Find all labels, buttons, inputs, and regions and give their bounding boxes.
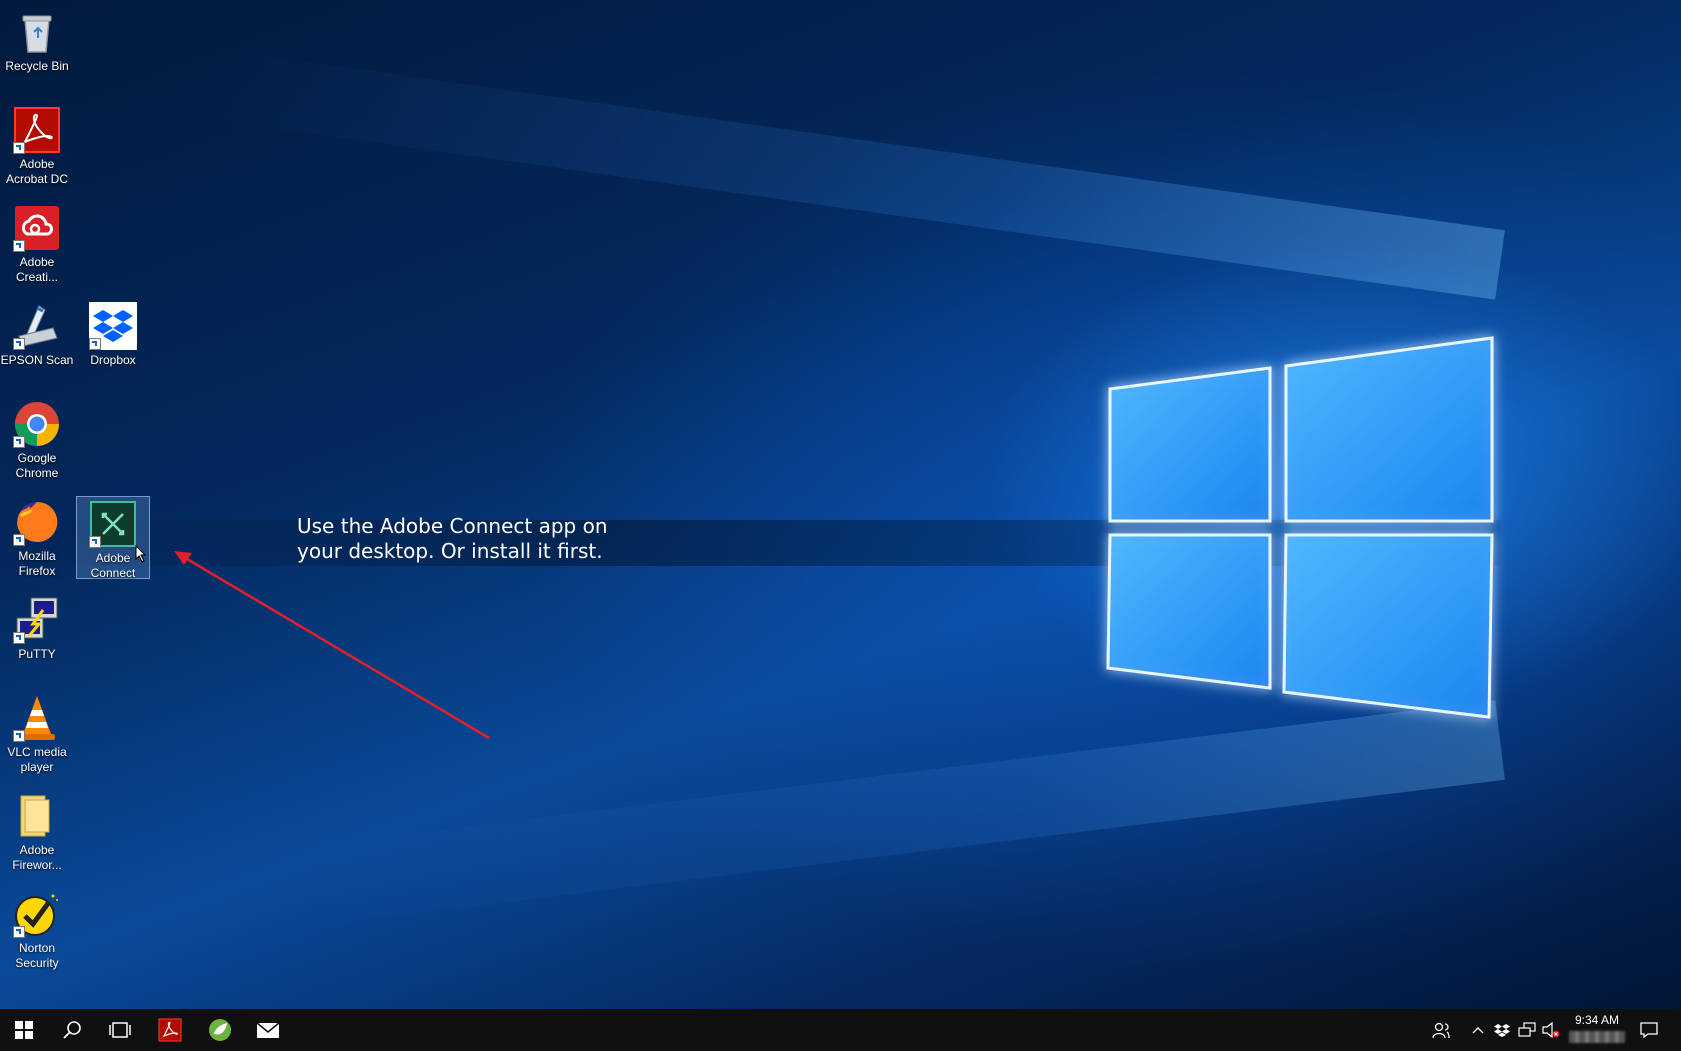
clock-time: 9:34 AM bbox=[1574, 1013, 1620, 1027]
desktop-icon-vlc[interactable]: VLC media player bbox=[0, 688, 74, 775]
desktop-icon-label: Adobe Acrobat DC bbox=[5, 157, 69, 186]
start-button[interactable] bbox=[0, 1009, 48, 1051]
volume-muted-icon bbox=[1542, 1022, 1560, 1038]
taskbar-clock[interactable]: 9:34 AM bbox=[1562, 1012, 1632, 1043]
shortcut-arrow-icon bbox=[13, 240, 25, 252]
desktop-wallpaper[interactable]: Recycle Bin Adobe Acrobat DC Adobe Creat… bbox=[0, 0, 1681, 1009]
shortcut-arrow-icon bbox=[13, 730, 25, 742]
show-hidden-icons-button[interactable] bbox=[1472, 1021, 1484, 1039]
adobe-acrobat-icon bbox=[158, 1018, 182, 1042]
desktop-icon-adobe-connect[interactable]: Adobe Connect bbox=[76, 496, 150, 580]
desktop-icon-label: Google Chrome bbox=[15, 451, 59, 480]
tutorial-annotation-text: Use the Adobe Connect app on your deskto… bbox=[297, 514, 608, 563]
logo-pane-bottom-right bbox=[1282, 533, 1494, 719]
shortcut-arrow-icon bbox=[13, 436, 25, 448]
search-button[interactable] bbox=[48, 1009, 96, 1051]
desktop-icon-adobe-fireworks[interactable]: Adobe Firewor... bbox=[0, 786, 74, 873]
task-view-icon bbox=[109, 1022, 131, 1038]
logo-pane-top-right bbox=[1284, 336, 1494, 523]
dropbox-icon bbox=[1494, 1024, 1510, 1037]
chevron-up-icon bbox=[1472, 1027, 1484, 1034]
network-icon bbox=[1518, 1022, 1536, 1037]
desktop-icon-label: Adobe Creati... bbox=[15, 255, 58, 284]
desktop-icon-label: Dropbox bbox=[90, 353, 136, 367]
search-icon bbox=[63, 1021, 81, 1039]
tray-dropbox[interactable] bbox=[1494, 1021, 1510, 1039]
taskbar-app-adobe-acrobat[interactable] bbox=[146, 1009, 194, 1051]
shortcut-arrow-icon bbox=[13, 142, 25, 154]
desktop-icon-recycle-bin[interactable]: Recycle Bin bbox=[0, 2, 74, 74]
tray-network[interactable] bbox=[1518, 1021, 1536, 1039]
shortcut-arrow-icon bbox=[13, 338, 25, 350]
shortcut-arrow-icon bbox=[13, 534, 25, 546]
desktop-icon-label: Norton Security bbox=[15, 941, 59, 970]
people-button[interactable] bbox=[1432, 1021, 1450, 1039]
shortcut-arrow-icon bbox=[89, 338, 101, 350]
windows-logo-wallpaper bbox=[1106, 336, 1494, 719]
desktop-icon-label: VLC media player bbox=[7, 745, 67, 774]
shortcut-arrow-icon bbox=[13, 926, 25, 938]
task-view-button[interactable] bbox=[96, 1009, 144, 1051]
taskbar: 9:34 AM bbox=[0, 1009, 1681, 1051]
logo-pane-bottom-left bbox=[1106, 533, 1272, 690]
desktop-icon-norton-security[interactable]: Norton Security bbox=[0, 884, 74, 971]
mail-icon bbox=[256, 1022, 280, 1038]
clock-date-redacted bbox=[1569, 1031, 1625, 1043]
desktop-icon-label: Mozilla Firefox bbox=[18, 549, 56, 578]
recycle-bin-icon bbox=[22, 15, 52, 53]
taskbar-app-spring[interactable] bbox=[196, 1009, 244, 1051]
start-icon bbox=[15, 1021, 33, 1039]
desktop-icon-putty[interactable]: PuTTY bbox=[0, 590, 74, 662]
tray-volume[interactable] bbox=[1542, 1021, 1560, 1039]
logo-pane-top-left bbox=[1108, 366, 1272, 523]
people-icon bbox=[1432, 1022, 1450, 1039]
desktop-icon-label: PuTTY bbox=[18, 647, 56, 661]
desktop-icon-label: Recycle Bin bbox=[5, 59, 69, 73]
shortcut-arrow-icon bbox=[89, 536, 101, 548]
desktop-icon-adobe-creative-cloud[interactable]: Adobe Creati... bbox=[0, 198, 74, 285]
taskbar-app-mail[interactable] bbox=[244, 1009, 292, 1051]
desktop-icon-adobe-acrobat[interactable]: Adobe Acrobat DC bbox=[0, 100, 74, 187]
desktop-icon-label: Adobe Firewor... bbox=[12, 843, 62, 872]
desktop-icon-epson-scan[interactable]: EPSON Scan bbox=[0, 296, 74, 368]
desktop-icon-dropbox[interactable]: Dropbox bbox=[76, 296, 150, 368]
desktop-icon-label: EPSON Scan bbox=[0, 353, 74, 367]
shortcut-arrow-icon bbox=[13, 632, 25, 644]
spring-app-icon bbox=[209, 1019, 231, 1041]
folder-icon bbox=[20, 795, 50, 837]
mouse-cursor-icon bbox=[135, 545, 147, 563]
action-center-icon bbox=[1640, 1022, 1658, 1038]
desktop-icon-google-chrome[interactable]: Google Chrome bbox=[0, 394, 74, 481]
action-center-button[interactable] bbox=[1640, 1021, 1658, 1039]
desktop-icon-mozilla-firefox[interactable]: Mozilla Firefox bbox=[0, 492, 74, 579]
